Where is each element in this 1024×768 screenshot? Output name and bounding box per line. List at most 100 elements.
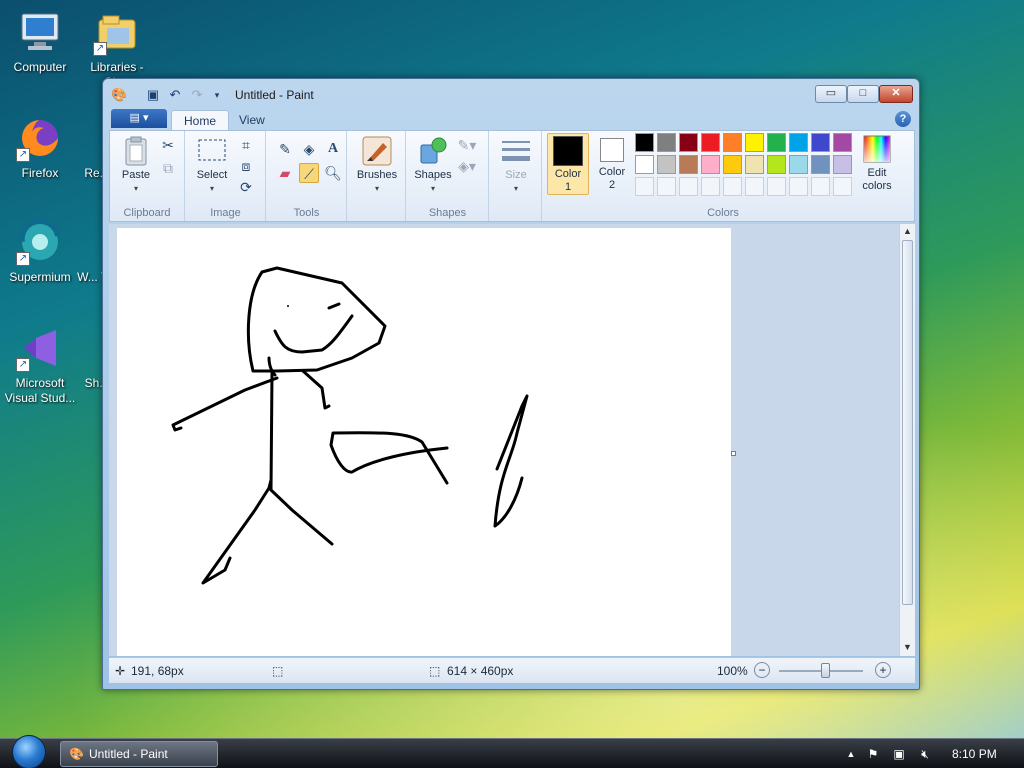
- palette-color-swatch[interactable]: [789, 155, 808, 174]
- desktop-icon-visual-studio[interactable]: ↗ Microsoft Visual Stud...: [0, 324, 80, 406]
- palette-color-swatch[interactable]: [833, 155, 852, 174]
- desktop-icon-label: Firefox: [21, 166, 59, 180]
- zoom-in-icon[interactable]: +: [875, 662, 891, 678]
- brush-icon: [361, 135, 393, 167]
- libraries-icon: ↗: [93, 8, 141, 56]
- palette-color-swatch[interactable]: [635, 133, 654, 152]
- vertical-scrollbar[interactable]: ▲ ▼: [899, 224, 915, 656]
- palette-color-swatch[interactable]: [723, 155, 742, 174]
- palette-color-swatch[interactable]: [767, 155, 786, 174]
- paint-menu-button[interactable]: ▤ ▾: [111, 109, 167, 128]
- drawing-canvas[interactable]: [117, 228, 731, 656]
- network-icon[interactable]: ▣: [892, 747, 906, 761]
- taskbar-item-paint[interactable]: 🎨 Untitled - Paint: [60, 741, 218, 767]
- palette-color-swatch[interactable]: [811, 133, 830, 152]
- custom-color-slot[interactable]: [679, 177, 698, 196]
- custom-color-slot[interactable]: [635, 177, 654, 196]
- palette-color-swatch[interactable]: [679, 133, 698, 152]
- status-bar: ✛ 191, 68px ⬚ ⬚ 614 × 460px 100% − +: [109, 657, 915, 683]
- fill-icon[interactable]: ◈: [299, 139, 319, 159]
- desktop-icon-firefox[interactable]: ↗ Firefox: [0, 114, 80, 181]
- palette-color-swatch[interactable]: [679, 155, 698, 174]
- size-group: Size ▾: [490, 131, 542, 221]
- eraser-icon[interactable]: ▰: [275, 163, 295, 183]
- show-hidden-icons-icon[interactable]: ▲: [844, 747, 858, 761]
- crop-icon[interactable]: ⌗: [236, 135, 256, 155]
- custom-color-slot[interactable]: [723, 177, 742, 196]
- canvas-size-icon: ⬚: [429, 664, 441, 678]
- tab-view[interactable]: View: [227, 110, 277, 130]
- resize-icon[interactable]: ⧈: [236, 156, 256, 176]
- canvas-resize-handle[interactable]: [731, 451, 736, 456]
- size-button[interactable]: Size ▾: [496, 135, 536, 195]
- outline-icon[interactable]: ✎▾: [457, 135, 477, 155]
- maximize-button[interactable]: □: [847, 85, 879, 103]
- desktop-icon-label: Supermium: [9, 270, 71, 284]
- shapes-label: Shapes: [414, 169, 452, 181]
- edit-colors-button[interactable]: Edit colors: [855, 133, 899, 193]
- ribbon: Paste ▾ ✂ ⧉ Clipboard Select ▾ ⌗ ⧈ ⟳ Ima…: [109, 130, 915, 222]
- colors-group: Color 1 Color 2 Edit colors Colors: [543, 131, 903, 221]
- desktop-icon-supermium[interactable]: ↗ Supermium: [0, 217, 80, 285]
- minimize-button[interactable]: ▭: [815, 85, 847, 103]
- palette-color-swatch[interactable]: [723, 133, 742, 152]
- volume-muted-icon[interactable]: 🔇︎: [918, 747, 932, 761]
- custom-color-slot[interactable]: [657, 177, 676, 196]
- custom-color-slot[interactable]: [745, 177, 764, 196]
- custom-color-slot[interactable]: [833, 177, 852, 196]
- palette-color-swatch[interactable]: [635, 155, 654, 174]
- zoom-out-icon[interactable]: −: [754, 662, 770, 678]
- desktop-icon-label: Microsoft Visual Stud...: [4, 376, 76, 405]
- supermium-icon: ↗: [16, 217, 64, 266]
- save-icon[interactable]: ▣: [145, 87, 161, 103]
- palette-color-swatch[interactable]: [701, 133, 720, 152]
- zoom-slider[interactable]: [779, 663, 863, 678]
- desktop-icon-computer[interactable]: Computer: [0, 8, 80, 75]
- brushes-label: Brushes: [356, 169, 398, 181]
- cut-icon[interactable]: ✂: [158, 135, 178, 155]
- shapes-button[interactable]: Shapes ▾: [411, 135, 455, 195]
- palette-color-swatch[interactable]: [833, 133, 852, 152]
- zoom-slider-thumb[interactable]: [820, 663, 830, 678]
- palette-color-swatch[interactable]: [745, 155, 764, 174]
- custom-color-slot[interactable]: [811, 177, 830, 196]
- color1-button[interactable]: Color 1: [547, 133, 589, 195]
- select-button[interactable]: Select ▾: [192, 135, 232, 195]
- redo-icon[interactable]: ↷: [189, 87, 205, 103]
- brushes-button[interactable]: Brushes ▾: [352, 135, 402, 195]
- palette-color-swatch[interactable]: [657, 155, 676, 174]
- shape-fill-icon[interactable]: ◈▾: [457, 156, 477, 176]
- custom-color-slot[interactable]: [789, 177, 808, 196]
- magnifier-icon[interactable]: 🔍︎: [323, 163, 343, 183]
- palette-color-swatch[interactable]: [657, 133, 676, 152]
- palette-color-swatch[interactable]: [767, 133, 786, 152]
- title-bar[interactable]: 🎨 ▣ ↶ ↷ ▾ Untitled - Paint ▭ □ ✕: [103, 79, 919, 109]
- scroll-down-icon[interactable]: ▼: [903, 642, 912, 652]
- palette-color-swatch[interactable]: [745, 133, 764, 152]
- palette-color-swatch[interactable]: [789, 133, 808, 152]
- color-picker-icon[interactable]: ⟋: [299, 163, 319, 183]
- palette-color-swatch[interactable]: [811, 155, 830, 174]
- start-button[interactable]: [4, 735, 48, 768]
- color2-button[interactable]: Color 2: [591, 133, 633, 195]
- scroll-thumb[interactable]: [902, 240, 913, 605]
- custom-color-slot[interactable]: [701, 177, 720, 196]
- undo-icon[interactable]: ↶: [167, 87, 183, 103]
- cursor-position-icon: ✛: [115, 664, 126, 678]
- help-button[interactable]: ?: [895, 111, 911, 127]
- paste-button[interactable]: Paste ▾: [116, 135, 156, 195]
- shapes-icon: [417, 135, 449, 167]
- palette-color-swatch[interactable]: [701, 155, 720, 174]
- clock[interactable]: 8:10 PM: [952, 747, 997, 761]
- customize-quick-access-icon[interactable]: ▾: [209, 87, 225, 103]
- tab-home[interactable]: Home: [171, 110, 230, 130]
- rotate-icon[interactable]: ⟳: [236, 177, 256, 197]
- scroll-up-icon[interactable]: ▲: [903, 226, 912, 236]
- copy-icon[interactable]: ⧉: [158, 158, 178, 178]
- custom-color-slot[interactable]: [767, 177, 786, 196]
- drawing-strokes: [171, 266, 529, 585]
- text-icon[interactable]: A: [323, 139, 343, 159]
- close-button[interactable]: ✕: [879, 85, 913, 103]
- pencil-icon[interactable]: ✎: [275, 139, 295, 159]
- action-center-flag-icon[interactable]: ⚑: [866, 747, 880, 761]
